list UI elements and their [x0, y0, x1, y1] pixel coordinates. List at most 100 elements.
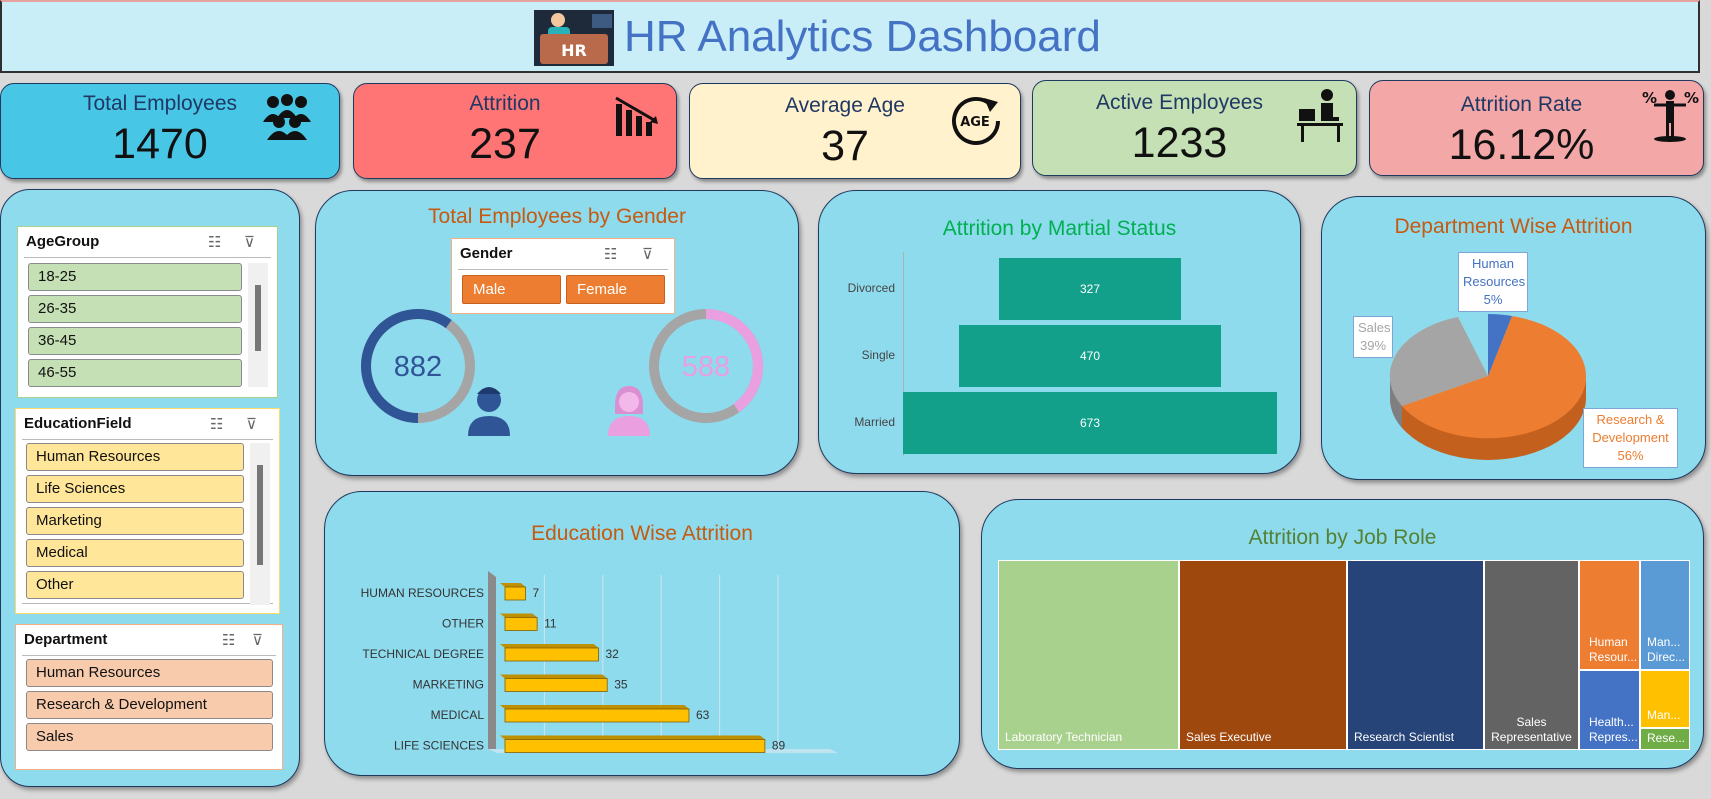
percent-balance-icon: % % — [1640, 87, 1700, 148]
slicer-item-other[interactable]: Other — [26, 571, 244, 599]
treemap-research-scientist: Research Scientist — [1347, 560, 1484, 750]
agegroup-slicer: AgeGroup ☷ ⊽ 18-25 26-35 36-45 46-55 — [17, 226, 278, 398]
value-label-technical-degree: 32 — [605, 647, 619, 661]
female-count: 588 — [682, 351, 730, 383]
pie-label-human-resources: Human Resources 5% — [1458, 252, 1528, 312]
gender-chip-male[interactable]: Male — [462, 275, 561, 304]
multi-select-icon[interactable]: ☷ — [222, 631, 235, 649]
value-label-other: 11 — [544, 617, 557, 631]
department-slicer: Department ☷ ⊽ Human Resources Research … — [15, 624, 283, 770]
slicer-item-sales[interactable]: Sales — [26, 723, 273, 751]
male-avatar-icon — [466, 384, 512, 441]
value-label-life-sciences: 89 — [772, 739, 786, 753]
bar-other — [504, 617, 538, 631]
department-pie-chart — [1380, 290, 1600, 470]
category-label-technical-degree: TECHNICAL DEGREE — [362, 647, 484, 661]
value-label-human-resources: 7 — [532, 586, 539, 600]
bar-top-marketing — [500, 674, 608, 679]
bar-medical — [504, 708, 690, 723]
funnel-category-label: Married — [854, 415, 895, 429]
funnel-bar-single: 470 — [959, 325, 1221, 387]
funnel-category-label: Single — [861, 348, 895, 362]
slicer-item-human-resources[interactable]: Human Resources — [26, 659, 273, 687]
slicer-item-18-25[interactable]: 18-25 — [28, 263, 242, 291]
employee-desk-icon — [1297, 87, 1347, 148]
funnel-bar-divorced: 327 — [999, 258, 1181, 320]
female-donut-chart: 588 — [646, 306, 766, 426]
kpi-card-attrition-rate: Attrition Rate 16.12% % % — [1369, 80, 1704, 176]
age-cycle-icon: AGE — [948, 94, 1006, 153]
treemap-healthcare-representative: Health... Repres... — [1579, 670, 1640, 750]
bar-marketing — [504, 678, 608, 692]
education-bar-chart: HUMAN RESOURCES 7 OTHER 11 TECHNICAL DEGREE 3… — [324, 491, 960, 776]
multi-select-icon[interactable]: ☷ — [210, 415, 223, 433]
slicer-item-marketing[interactable]: Marketing — [26, 507, 244, 535]
slicer-item-26-35[interactable]: 26-35 — [28, 295, 242, 323]
treemap-human-resources: Human Resour... — [1579, 560, 1640, 670]
kpi-card-total-employees: Total Employees 1470 — [0, 83, 340, 179]
panel-title: Department Wise Attrition — [1394, 215, 1633, 238]
marital-funnel-chart: 327 Divorced 470 Single 673 Married — [818, 190, 1301, 474]
slicer-item-medical[interactable]: Medical — [26, 539, 244, 567]
category-label-marketing: MARKETING — [413, 678, 484, 692]
slicer-title: EducationField — [24, 415, 132, 432]
scrollbar-thumb[interactable] — [257, 465, 263, 565]
slicer-item-46-55[interactable]: 46-55 — [28, 359, 242, 387]
slicer-item-36-45[interactable]: 36-45 — [28, 327, 242, 355]
logo-text: HR — [561, 41, 587, 60]
dashboard-title: HR Analytics Dashboard — [624, 12, 1101, 61]
slicer-item-human-resources[interactable]: Human Resources — [26, 443, 244, 471]
kpi-card-active-employees: Active Employees 1233 — [1032, 80, 1357, 176]
treemap-manufacturing-director: Man... Direc... — [1640, 560, 1690, 670]
bar-life-sciences — [504, 739, 766, 753]
treemap-manager: Man... — [1640, 670, 1690, 728]
educationfield-slicer: EducationField ☷ ⊽ Human Resources Life … — [15, 408, 280, 614]
axis-wall — [488, 571, 496, 753]
bar-top-technical-degree — [500, 644, 599, 648]
age-icon-text: AGE — [960, 115, 990, 130]
treemap-laboratory-technician: Laboratory Technician — [998, 560, 1179, 750]
svg-text:%: % — [1684, 89, 1699, 107]
kpi-card-average-age: Average Age 37 AGE — [689, 83, 1021, 179]
pie-label-research-development: Research & Development 56% — [1583, 408, 1678, 468]
treemap-research-director: Rese... — [1640, 728, 1690, 750]
panel-title: Attrition by Job Role — [1248, 526, 1437, 549]
people-group-icon — [259, 92, 315, 145]
bar-top-human-resources — [500, 583, 526, 587]
slicer-item-research-development[interactable]: Research & Development — [26, 691, 273, 719]
slicer-item-life-sciences[interactable]: Life Sciences — [26, 475, 244, 503]
female-avatar-icon — [606, 384, 652, 441]
bar-top-other — [500, 613, 538, 618]
value-label-marketing: 35 — [614, 678, 628, 692]
clear-filter-icon[interactable]: ⊽ — [244, 233, 255, 251]
bar-human-resources — [504, 586, 526, 601]
panel-title: Total Employees by Gender — [428, 205, 686, 228]
category-label-other: OTHER — [442, 617, 484, 631]
scrollbar-thumb[interactable] — [255, 285, 261, 351]
bar-technical-degree — [504, 647, 599, 662]
kpi-card-attrition: Attrition 237 — [353, 83, 677, 179]
slicer-title: Gender — [460, 245, 513, 262]
funnel-bar-married: 673 — [903, 392, 1277, 454]
bar-top-life-sciences — [500, 735, 765, 740]
multi-select-icon[interactable]: ☷ — [208, 233, 221, 251]
treemap-sales-executive: Sales Executive — [1179, 560, 1347, 750]
bar-top-medical — [500, 705, 689, 709]
category-label-medical: MEDICAL — [431, 708, 485, 722]
clear-filter-icon[interactable]: ⊽ — [642, 245, 653, 263]
gender-chip-female[interactable]: Female — [566, 275, 665, 304]
male-donut-chart: 882 — [358, 306, 478, 426]
education-bar-svg: HUMAN RESOURCES 7 OTHER 11 TECHNICAL DEGREE 3… — [361, 571, 838, 753]
hr-logo-icon: HR — [534, 10, 614, 66]
treemap-sales-representative: Sales Representative — [1484, 560, 1579, 750]
slicer-title: AgeGroup — [26, 233, 100, 250]
slicer-title: Department — [24, 631, 108, 648]
clear-filter-icon[interactable]: ⊽ — [246, 415, 257, 433]
male-count: 882 — [394, 351, 442, 383]
declining-chart-icon — [614, 96, 662, 143]
clear-filter-icon[interactable]: ⊽ — [252, 631, 263, 649]
gender-slicer: Gender ☷ ⊽ Male Female — [451, 238, 675, 314]
multi-select-icon[interactable]: ☷ — [604, 245, 617, 263]
category-label-human-resources: HUMAN RESOURCES — [361, 586, 484, 600]
category-label-life-sciences: LIFE SCIENCES — [394, 739, 484, 753]
